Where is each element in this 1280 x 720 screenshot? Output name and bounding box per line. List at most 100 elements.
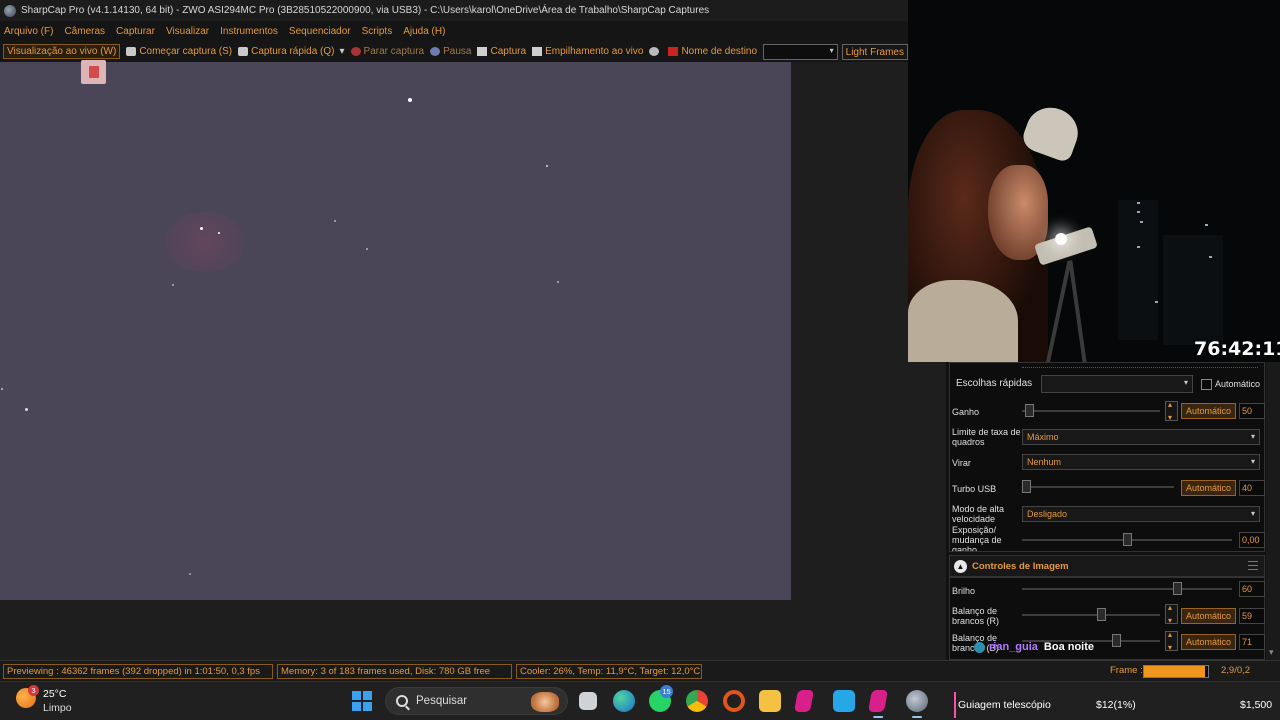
frame-progress-fill — [1144, 666, 1205, 677]
wb-red-stepper[interactable] — [1165, 603, 1178, 625]
pause-icon — [430, 47, 441, 56]
brightness-value[interactable]: 60 — [1239, 581, 1265, 597]
frame-rate-limit-label: Limite de taxa de quadros — [952, 427, 1021, 447]
chat-username: rian_guia — [989, 641, 1038, 653]
frame-value: 2,9/0,2 — [1221, 665, 1251, 676]
brightness-slider-thumb[interactable] — [1173, 582, 1182, 595]
quick-capture-button[interactable]: Captura rápida (Q) ▾ — [238, 46, 345, 57]
window-title: SharpCap Pro (v4.1.14130, 64 bit) - ZWO … — [21, 5, 710, 16]
star — [218, 232, 220, 234]
taskbar-search[interactable]: Pesquisar — [385, 687, 568, 715]
high-speed-select[interactable]: Desligado — [1022, 506, 1260, 522]
circle-icon — [649, 47, 660, 56]
menu-instrumentos[interactable]: Instrumentos — [220, 26, 278, 37]
menu-cameras[interactable]: Câmeras — [64, 26, 105, 37]
gain-slider-thumb[interactable] — [1025, 404, 1034, 417]
window-titlebar: SharpCap Pro (v4.1.14130, 64 bit) - ZWO … — [0, 0, 908, 21]
chrome-icon[interactable] — [686, 690, 708, 712]
blue-app-icon[interactable] — [833, 690, 855, 712]
exposure-gain-shift-value[interactable]: 0,00 — [1239, 532, 1265, 548]
star — [557, 281, 559, 283]
nebula-glow — [165, 212, 245, 272]
gain-value[interactable]: 50 — [1239, 403, 1265, 419]
turbo-usb-auto-button[interactable]: Automático — [1181, 480, 1236, 496]
building — [1118, 200, 1158, 340]
wb-red-slider[interactable] — [1022, 608, 1160, 621]
flip-select[interactable]: Nenhum — [1022, 454, 1260, 470]
image-controls-header[interactable]: ▲ Controles de Imagem — [949, 555, 1265, 577]
frame-rate-limit-select[interactable]: Máximo — [1022, 429, 1260, 445]
opera-icon[interactable] — [723, 690, 745, 712]
live-stack-label: Empilhamento ao vivo — [545, 46, 644, 57]
file-explorer-icon[interactable] — [759, 690, 781, 712]
start-capture-label: Começar captura (S) — [139, 46, 233, 57]
wb-blue-auto-button[interactable]: Automático — [1181, 634, 1236, 650]
pause-button[interactable]: Pausa — [430, 46, 471, 57]
star — [25, 408, 28, 411]
target-name-dropdown[interactable] — [763, 43, 838, 60]
turbo-usb-slider-thumb[interactable] — [1022, 480, 1031, 493]
collapse-chevron-icon[interactable]: ▲ — [954, 559, 967, 573]
sharpcap-taskbar-icon[interactable] — [906, 690, 928, 718]
record-indicator[interactable] — [649, 47, 662, 56]
live-stack-button[interactable]: Empilhamento ao vivo — [532, 46, 643, 57]
menu-sequenciador[interactable]: Sequenciador — [289, 26, 351, 37]
gain-auto-button[interactable]: Automático — [1181, 403, 1236, 419]
hamburger-menu-icon[interactable] — [1248, 561, 1258, 570]
video-camera-icon — [238, 47, 249, 56]
wb-red-auto-button[interactable]: Automático — [1181, 608, 1236, 624]
wb-blue-slider-thumb[interactable] — [1112, 634, 1121, 647]
pink-app-icon[interactable] — [794, 690, 814, 712]
menu-visualizar[interactable]: Visualizar — [166, 26, 209, 37]
menu-capturar[interactable]: Capturar — [116, 26, 155, 37]
live-preview-image[interactable] — [0, 62, 791, 600]
panel-scrollbar[interactable] — [1266, 362, 1280, 660]
tray-price: $1,500 — [1240, 699, 1273, 711]
stop-icon — [350, 47, 361, 56]
window-light — [1209, 256, 1212, 258]
wb-blue-stepper[interactable] — [1165, 630, 1178, 652]
wb-red-value[interactable]: 59 — [1239, 608, 1265, 624]
quick-picks-dropdown[interactable] — [1041, 375, 1193, 393]
star — [408, 98, 412, 102]
wb-blue-value[interactable]: 71 — [1239, 634, 1265, 650]
wb-red-slider-thumb[interactable] — [1097, 608, 1106, 621]
turbo-usb-slider[interactable] — [1022, 480, 1174, 493]
camera-icon — [126, 47, 137, 56]
gain-stepper[interactable] — [1165, 400, 1178, 422]
chevron-down-icon[interactable]: ▾ — [340, 46, 345, 57]
target-name-button[interactable]: Nome de destino — [668, 46, 757, 57]
start-menu-icon[interactable] — [352, 691, 372, 711]
menu-scripts[interactable]: Scripts — [362, 26, 393, 37]
brightness-slider[interactable] — [1022, 582, 1232, 595]
brightness-label: Brilho — [952, 586, 976, 596]
weather-temperature[interactable]: 25°C — [43, 688, 66, 700]
pinned-tool-icon[interactable] — [81, 60, 106, 84]
webcam-overlay — [908, 0, 1280, 362]
live-view-button[interactable]: Visualização ao vivo (W) — [3, 44, 121, 59]
snapshot-button[interactable]: Captura — [477, 46, 526, 57]
gain-slider[interactable] — [1022, 404, 1160, 417]
camera-controls-section: Escolhas rápidas Automático Ganho Automá… — [949, 362, 1265, 552]
auto-checkbox[interactable] — [1201, 379, 1212, 390]
edge-browser-icon[interactable] — [613, 690, 635, 712]
weather-badge: 3 — [28, 685, 39, 696]
exposure-gain-shift-slider[interactable] — [1022, 533, 1232, 546]
target-name-label: Nome de destino — [681, 46, 758, 57]
windows-taskbar: 3 25°C Limpo Pesquisar — [0, 681, 1280, 720]
menu-ajuda[interactable]: Ajuda (H) — [403, 26, 445, 37]
start-capture-button[interactable]: Começar captura (S) — [126, 46, 232, 57]
stack-icon — [532, 47, 543, 56]
pink-app-icon-2[interactable] — [868, 690, 888, 712]
task-view-icon[interactable] — [579, 692, 597, 710]
turbo-usb-value[interactable]: 40 — [1239, 480, 1265, 496]
menu-arquivo[interactable]: Arquivo (F) — [4, 26, 53, 37]
stream-timer: 76:42:11 — [1194, 338, 1280, 360]
status-bar: Previewing : 46362 frames (392 dropped) … — [0, 660, 1280, 681]
star — [366, 248, 368, 250]
window-light — [1137, 211, 1140, 213]
frame-type-dropdown[interactable]: Light Frames — [841, 43, 908, 60]
exposure-gain-shift-slider-thumb[interactable] — [1123, 533, 1132, 546]
stop-capture-button[interactable]: Parar captura — [350, 46, 424, 57]
weather-condition[interactable]: Limpo — [43, 702, 72, 714]
